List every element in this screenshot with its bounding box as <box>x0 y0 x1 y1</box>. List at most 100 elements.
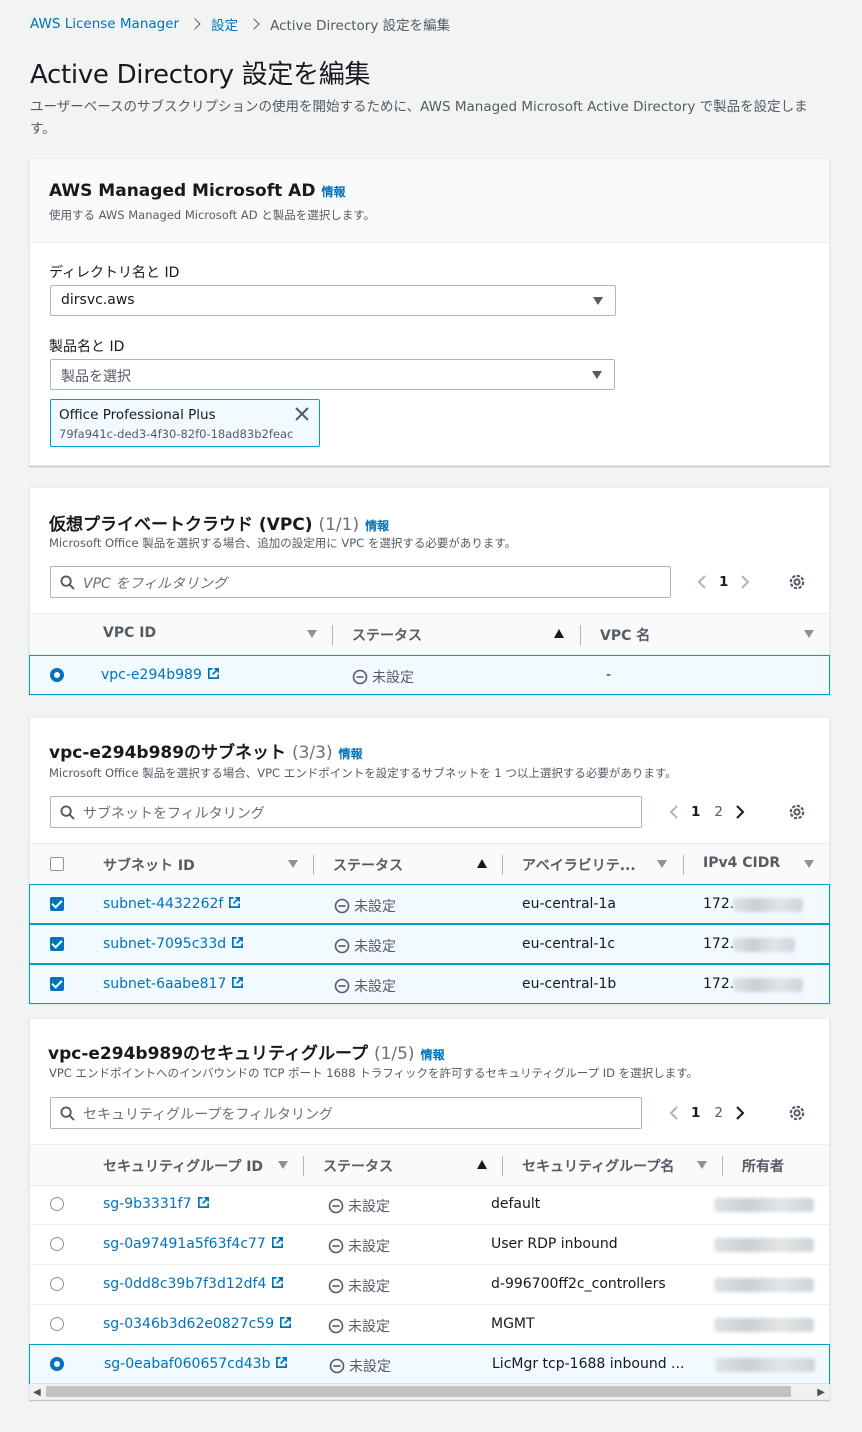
sg-info-link[interactable]: 情報 <box>421 1048 445 1062</box>
row-radio[interactable] <box>50 668 64 682</box>
vpc-page-1[interactable]: 1 <box>719 574 728 590</box>
sg-id-link[interactable]: sg-0346b3d62e0827c59 <box>103 1316 292 1332</box>
ad-panel: AWS Managed Microsoft AD 情報 使用する AWS Mana… <box>29 158 830 466</box>
table-row[interactable]: sg-0a97491a5f63f4c77 未設定 User RDP inboun… <box>30 1225 829 1265</box>
table-row[interactable]: sg-0346b3d62e0827c59 未設定 MGMT <box>30 1305 829 1345</box>
select-all-checkbox[interactable] <box>50 857 64 871</box>
sg-id-link[interactable]: sg-9b3331f7 <box>103 1196 210 1212</box>
subnet-info-link[interactable]: 情報 <box>339 747 363 761</box>
sort-icon[interactable] <box>288 860 298 868</box>
sort-icon[interactable] <box>697 1161 707 1169</box>
scroll-right-icon[interactable]: ▶ <box>817 1387 825 1398</box>
chevron-left-icon[interactable] <box>695 574 709 590</box>
sg-page-1[interactable]: 1 <box>691 1105 700 1121</box>
col-status[interactable]: ステータス <box>333 855 403 875</box>
scrollbar-thumb[interactable] <box>46 1386 791 1397</box>
subnet-page-1[interactable]: 1 <box>691 804 700 820</box>
chevron-right-icon[interactable] <box>738 574 752 590</box>
table-row[interactable]: subnet-7095c33d 未設定 eu-central-1c 172. <box>29 924 830 964</box>
chevron-right-icon[interactable] <box>733 804 747 820</box>
close-icon[interactable] <box>294 406 310 422</box>
sort-icon[interactable] <box>804 860 814 868</box>
col-vpc-name[interactable]: VPC 名 <box>600 625 650 645</box>
breadcrumb-settings[interactable]: 設定 <box>211 14 238 34</box>
gear-icon[interactable] <box>787 802 807 822</box>
table-row[interactable]: vpc-e294b989 未設定 - <box>29 655 830 695</box>
subnet-id-link[interactable]: subnet-6aabe817 <box>103 976 244 992</box>
chevron-left-icon[interactable] <box>667 804 681 820</box>
col-status[interactable]: ステータス <box>323 1156 393 1176</box>
subnet-filter-input[interactable]: サブネットをフィルタリング <box>50 796 642 828</box>
sort-icon[interactable] <box>804 630 814 638</box>
status-badge: 未設定 <box>328 1196 390 1216</box>
row-checkbox[interactable] <box>50 977 64 991</box>
ad-info-link[interactable]: 情報 <box>321 185 345 199</box>
table-row[interactable]: sg-9b3331f7 未設定 default <box>30 1185 829 1225</box>
vpc-filter-input[interactable]: VPC をフィルタリング <box>50 566 671 598</box>
gear-icon[interactable] <box>787 1103 807 1123</box>
page-description: ユーザーベースのサブスクリプションの使用を開始するために、AWS Managed… <box>30 99 808 137</box>
col-status[interactable]: ステータス <box>352 625 422 645</box>
row-checkbox[interactable] <box>50 937 64 951</box>
subnet-pagination: 1 2 <box>667 796 747 828</box>
chevron-left-icon[interactable] <box>667 1105 681 1121</box>
column-divider <box>683 855 684 875</box>
status-minus-icon <box>328 1318 344 1334</box>
table-row[interactable]: subnet-6aabe817 未設定 eu-central-1b 172. <box>29 964 830 1004</box>
col-ipv4-cidr[interactable]: IPv4 CIDR <box>703 855 780 871</box>
external-link-icon <box>232 977 244 988</box>
sg-id-link[interactable]: sg-0a97491a5f63f4c77 <box>103 1236 284 1252</box>
row-radio[interactable] <box>50 1277 64 1291</box>
row-checkbox[interactable] <box>50 897 64 911</box>
status-text: 未設定 <box>349 1359 391 1375</box>
status-badge: 未設定 <box>329 1356 391 1376</box>
sort-icon[interactable] <box>477 1160 487 1169</box>
subnet-id-text: subnet-6aabe817 <box>103 976 227 992</box>
status-badge: 未設定 <box>334 936 396 956</box>
col-owner[interactable]: 所有者 <box>742 1156 784 1176</box>
directory-select[interactable]: dirsvc.aws <box>50 285 616 316</box>
vpc-panel-title-text: 仮想プライベートクラウド (VPC) <box>49 515 313 535</box>
sort-icon[interactable] <box>657 860 667 868</box>
subnet-page-2[interactable]: 2 <box>714 804 723 820</box>
subnet-id-link[interactable]: subnet-7095c33d <box>103 936 244 952</box>
status-badge: 未設定 <box>334 896 396 916</box>
ad-panel-header: AWS Managed Microsoft AD 情報 使用する AWS Mana… <box>30 159 829 243</box>
column-divider <box>722 1156 723 1176</box>
breadcrumb-license-manager[interactable]: AWS License Manager <box>30 16 179 32</box>
row-radio[interactable] <box>50 1317 64 1331</box>
sg-id-link[interactable]: sg-0eabaf060657cd43b <box>104 1356 288 1372</box>
col-subnet-id[interactable]: サブネット ID <box>103 855 195 875</box>
status-text: 未設定 <box>348 1239 390 1255</box>
sg-id-link[interactable]: sg-0dd8c39b7f3d12df4 <box>103 1276 284 1292</box>
table-row[interactable]: subnet-4432262f 未設定 eu-central-1a 172. <box>29 884 830 924</box>
row-radio[interactable] <box>50 1237 64 1251</box>
sort-icon[interactable] <box>307 630 317 638</box>
subnet-id-link[interactable]: subnet-4432262f <box>103 896 241 912</box>
table-row[interactable]: sg-0dd8c39b7f3d12df4 未設定 d-996700ff2c_co… <box>30 1265 829 1305</box>
chevron-right-icon <box>248 18 260 30</box>
row-radio[interactable] <box>50 1357 64 1371</box>
sg-page-2[interactable]: 2 <box>714 1105 723 1121</box>
status-minus-icon <box>328 1198 344 1214</box>
sort-icon[interactable] <box>278 1161 288 1169</box>
scroll-left-icon[interactable]: ◀ <box>33 1387 41 1398</box>
sg-filter-input[interactable]: セキュリティグループをフィルタリング <box>50 1097 642 1129</box>
gear-icon[interactable] <box>787 572 807 592</box>
product-label: 製品名と ID <box>49 339 125 355</box>
status-badge: 未設定 <box>328 1276 390 1296</box>
vpc-info-link[interactable]: 情報 <box>365 519 389 533</box>
chevron-right-icon[interactable] <box>733 1105 747 1121</box>
horizontal-scrollbar[interactable]: ◀ ▶ <box>30 1383 829 1399</box>
col-availability-zone[interactable]: アベイラビリテ... <box>522 855 636 875</box>
sort-icon[interactable] <box>477 859 487 868</box>
col-vpc-id[interactable]: VPC ID <box>103 625 156 641</box>
sort-icon[interactable] <box>554 629 564 638</box>
col-sg-id[interactable]: セキュリティグループ ID <box>103 1156 263 1176</box>
sg-name: default <box>491 1196 541 1212</box>
product-select[interactable]: 製品を選択 <box>50 359 615 390</box>
vpc-id-link[interactable]: vpc-e294b989 <box>101 667 220 683</box>
table-row[interactable]: sg-0eabaf060657cd43b 未設定 LicMgr tcp-1688… <box>29 1344 830 1384</box>
col-sg-name[interactable]: セキュリティグループ名 <box>522 1156 674 1176</box>
row-radio[interactable] <box>50 1197 64 1211</box>
